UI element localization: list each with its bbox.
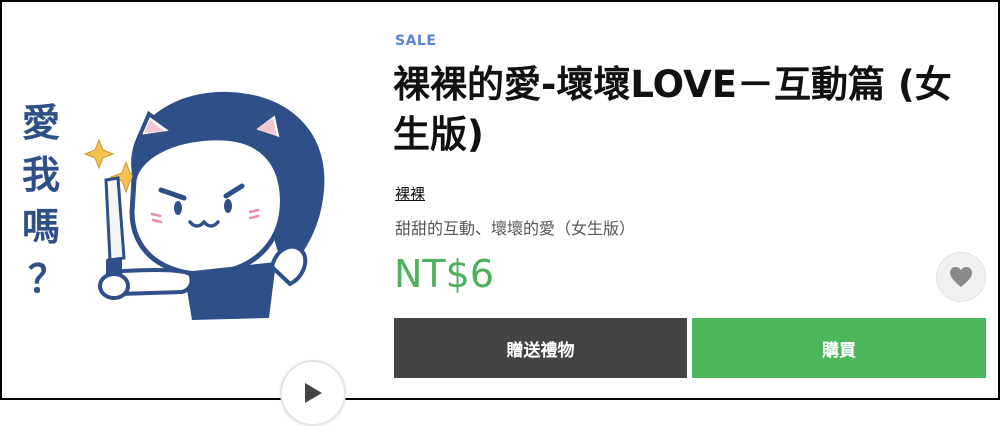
product-price: NT$6 (394, 252, 494, 296)
play-button[interactable] (280, 360, 346, 426)
sticker-preview[interactable]: 愛 我 嗎 ？ (14, 62, 346, 426)
heart-icon (950, 267, 972, 287)
product-title: 裸裸的愛-壞壞LOVE－互動篇 (女生版) (393, 63, 952, 156)
product-description: 甜甜的互動、壞壞的愛（女生版） (395, 219, 636, 238)
sticker-product-card: 愛 我 嗎 ？ SALE 裸裸的愛-壞壞LOVE－互動篇 (女生版) 裸裸 甜甜… (0, 0, 1000, 426)
author-link[interactable]: 裸裸 (395, 183, 425, 204)
favorite-button[interactable] (936, 252, 986, 302)
sticker-caption-char: 我 (22, 153, 60, 197)
sticker-image: 愛 我 嗎 ？ (22, 91, 325, 320)
gift-button[interactable]: 贈送禮物 (394, 318, 687, 378)
sale-badge: SALE (395, 33, 437, 49)
buy-button[interactable]: 購買 (692, 318, 986, 378)
sticker-caption-char: 愛 (22, 101, 60, 145)
play-icon (305, 383, 322, 403)
sticker-caption-char: 嗎 (22, 205, 60, 249)
sticker-caption-char: ？ (28, 257, 66, 301)
